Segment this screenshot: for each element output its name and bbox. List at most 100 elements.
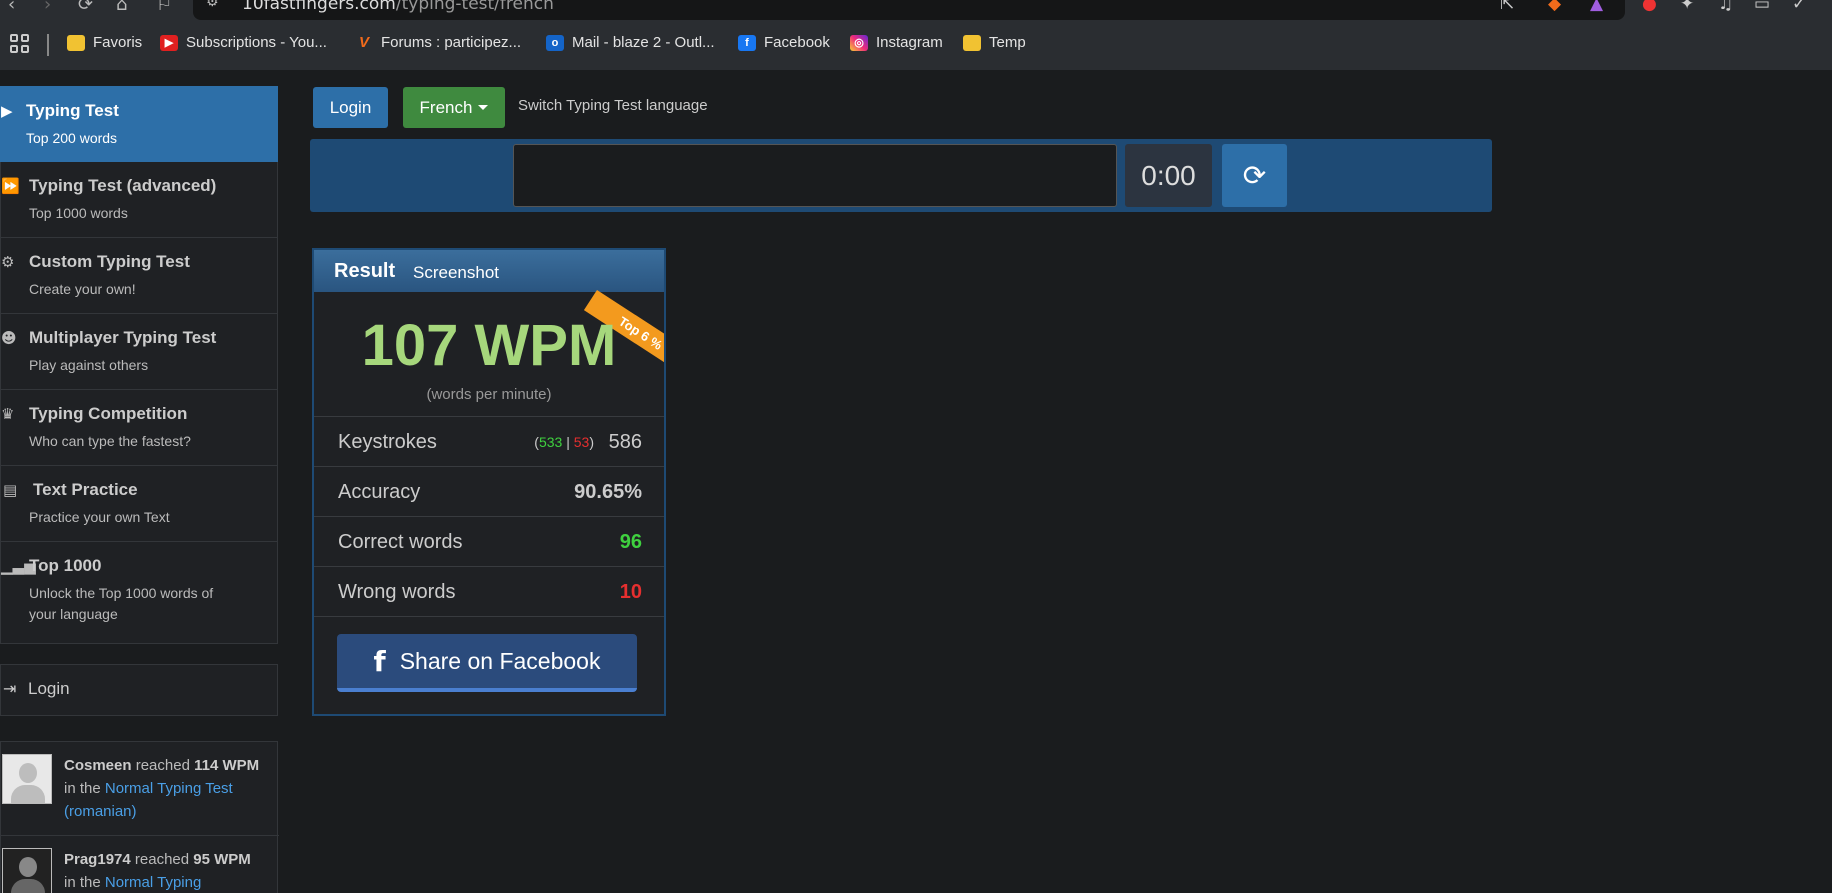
- accuracy-value: 90.65%: [574, 481, 642, 503]
- facebook-icon: f: [373, 644, 386, 678]
- bookmark-favoris[interactable]: Favoris: [67, 34, 142, 51]
- keystrokes-breakdown: (533 | 53): [534, 434, 594, 450]
- caret-down-icon: [478, 105, 489, 110]
- bookmark-outlook[interactable]: o Mail - blaze 2 - Outl...: [546, 34, 715, 51]
- bookmark-label: Facebook: [764, 34, 830, 51]
- tab-screenshot[interactable]: Screenshot: [413, 263, 499, 283]
- facebook-icon: f: [738, 34, 756, 51]
- activity-test-link[interactable]: Normal Typing: [105, 874, 201, 891]
- timer: 0:00: [1125, 144, 1212, 207]
- result-panel: Result Screenshot Top 6 % 107 WPM (words…: [312, 248, 666, 716]
- sidebar-login-label: Login: [28, 679, 70, 698]
- correct-words-value: 96: [619, 531, 642, 553]
- bookmark-label: Favoris: [93, 34, 143, 51]
- activity-unit: WPM: [222, 757, 260, 774]
- sidebar-item-text-practice[interactable]: ▤ Text Practice Practice your own Text: [0, 466, 278, 542]
- gears-icon: ⚙: [1, 253, 15, 271]
- activity-score: 95: [193, 851, 210, 868]
- outlook-icon: o: [546, 34, 564, 51]
- bookmark-facebook[interactable]: f Facebook: [738, 34, 830, 51]
- site-info-icon[interactable]: ⚙: [206, 0, 219, 10]
- language-dropdown[interactable]: French: [403, 87, 505, 128]
- instagram-icon: ◎: [850, 34, 868, 51]
- correct-words-row: Correct words 96: [314, 516, 664, 566]
- avatar[interactable]: [2, 754, 52, 804]
- forward-icon[interactable]: ›: [44, 0, 51, 15]
- activity-prep: in the: [64, 874, 101, 891]
- activity-verb: reached: [134, 851, 190, 868]
- activity-user[interactable]: Cosmeen: [64, 757, 132, 774]
- sidebar-item-title: Custom Typing Test: [29, 252, 190, 271]
- sidebar-item-multiplayer[interactable]: ☻ Multiplayer Typing Test Play against o…: [0, 314, 278, 390]
- bookmarks-bar: Favoris ▶ Subscriptions - You... V Forums …: [0, 30, 1832, 60]
- language-label: French: [419, 97, 473, 117]
- wpm-caption: (words per minute): [426, 386, 552, 403]
- sidebar-item-sub: Unlock the Top 1000 words of your langua…: [29, 585, 214, 622]
- sidebar-item-top-1000[interactable]: ▁▃▅ Top 1000 Unlock the Top 1000 words o…: [0, 542, 278, 644]
- correct-words-label: Correct words: [338, 531, 463, 553]
- activity-item: Cosmeen reached 114 WPM in the Normal Ty…: [1, 742, 279, 836]
- login-button[interactable]: Login: [313, 87, 388, 128]
- accuracy-label: Accuracy: [338, 481, 421, 503]
- divider: [314, 616, 664, 617]
- home-icon[interactable]: ⌂: [116, 0, 127, 15]
- back-icon[interactable]: ‹: [8, 0, 15, 15]
- accuracy-row: Accuracy 90.65%: [314, 466, 664, 516]
- url-path: /typing-test/french: [395, 0, 554, 14]
- sidebar-icon[interactable]: ▭: [1754, 0, 1770, 14]
- bookmark-label: Forums : participez...: [381, 34, 522, 51]
- share-icon[interactable]: ⇱: [1500, 0, 1514, 14]
- url-text[interactable]: 10fastfingers.com/typing-test/french: [242, 0, 554, 14]
- typing-input-field[interactable]: [513, 144, 1117, 207]
- brave-shield-icon[interactable]: ◆: [1548, 0, 1561, 14]
- jeuxvideo-icon: V: [358, 34, 369, 51]
- activity-user[interactable]: Prag1974: [64, 851, 131, 868]
- keystrokes-correct: 533: [538, 434, 563, 450]
- restart-button[interactable]: ⟳: [1222, 144, 1287, 207]
- wrong-words-value: 10: [619, 581, 642, 603]
- music-icon[interactable]: ♫: [1718, 0, 1733, 14]
- keystrokes-wrong: 53: [573, 434, 590, 450]
- sidebar-item-title: Typing Test (advanced): [29, 176, 217, 195]
- sidebar-item-sub: Play against others: [29, 357, 149, 373]
- folder-icon: [963, 34, 981, 51]
- bookmark-forums[interactable]: V Forums : participez...: [355, 34, 521, 51]
- sidebar-login[interactable]: ⇥ Login: [0, 664, 278, 716]
- bookmark-youtube[interactable]: ▶ Subscriptions - You...: [160, 34, 327, 51]
- bookmark-icon[interactable]: ⚐: [156, 0, 172, 15]
- activity-item: Prag1974 reached 95 WPM in the Normal Ty…: [1, 836, 279, 893]
- folder-icon: [67, 34, 85, 51]
- share-facebook-button[interactable]: f Share on Facebook: [337, 634, 637, 692]
- sidebar-item-typing-test-advanced[interactable]: ⏩ Typing Test (advanced) Top 1000 words: [0, 162, 278, 238]
- bookmark-temp[interactable]: Temp: [963, 34, 1026, 51]
- sidebar-item-title: Top 1000: [29, 556, 102, 575]
- puzzle-icon[interactable]: ✦: [1680, 0, 1694, 14]
- bookmark-label: Temp: [989, 34, 1026, 51]
- wrong-words-row: Wrong words 10: [314, 566, 664, 616]
- url-host: 10fastfingers.com: [242, 0, 396, 14]
- reload-icon[interactable]: ⟳: [78, 0, 93, 15]
- sidebar-item-title: Typing Competition: [29, 404, 188, 423]
- browser-chrome: ‹ › ⟳ ⌂ ⚐ ⚙ 10fastfingers.com/typing-tes…: [0, 0, 1832, 70]
- sidebar-item-competition[interactable]: ♛ Typing Competition Who can type the fa…: [0, 390, 278, 466]
- switch-language-label: Switch Typing Test language: [518, 97, 708, 114]
- activity-prep: in the: [64, 780, 101, 797]
- sidebar-item-title: Typing Test: [26, 101, 119, 120]
- sidebar-item-sub: Practice your own Text: [29, 509, 170, 525]
- avatar[interactable]: [2, 848, 52, 893]
- youtube-icon: ▶: [160, 34, 178, 51]
- sidebar-item-sub: Create your own!: [29, 281, 136, 297]
- tab-result[interactable]: Result: [334, 260, 395, 283]
- wrong-words-label: Wrong words: [338, 581, 456, 603]
- fast-forward-icon: ⏩: [1, 177, 20, 195]
- activity-score: 114: [194, 757, 219, 774]
- sidebar-nav: ▶ Typing Test Top 200 words ⏩ Typing Tes…: [0, 86, 278, 644]
- wallet-icon[interactable]: ✓: [1792, 0, 1806, 14]
- sidebar-item-typing-test[interactable]: ▶ Typing Test Top 200 words: [0, 86, 278, 162]
- extension-icon[interactable]: ●: [1642, 0, 1657, 14]
- rewards-icon[interactable]: ▲: [1590, 0, 1603, 14]
- document-icon: ▤: [3, 481, 18, 499]
- bookmark-instagram[interactable]: ◎ Instagram: [850, 34, 943, 51]
- sidebar-item-custom-typing-test[interactable]: ⚙ Custom Typing Test Create your own!: [0, 238, 278, 314]
- sidebar-item-sub: Top 200 words: [26, 130, 118, 146]
